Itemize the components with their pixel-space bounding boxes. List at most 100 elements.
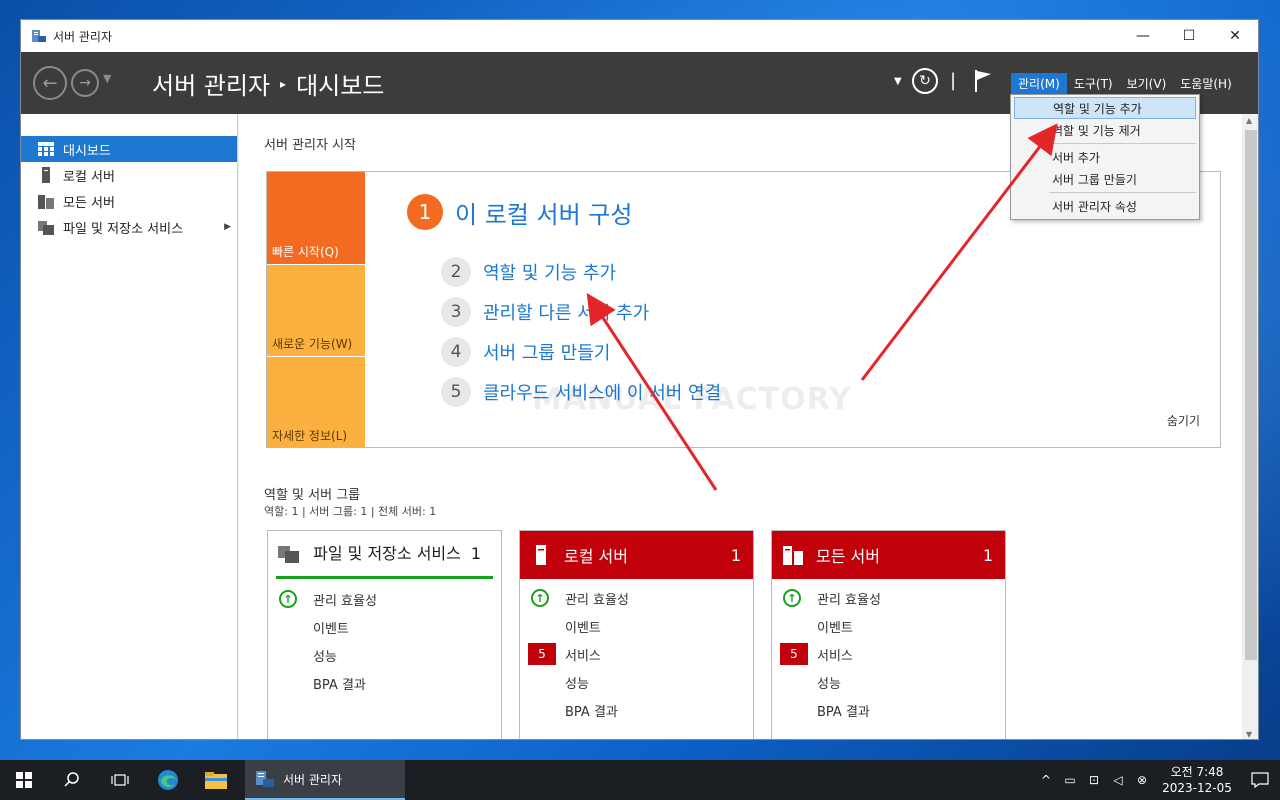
expand-arrow-icon[interactable]: ▶ bbox=[224, 222, 231, 232]
servers-icon bbox=[37, 193, 55, 209]
services-row[interactable]: 5 서비스 bbox=[520, 640, 753, 668]
tile-row-label: BPA 결과 bbox=[817, 704, 870, 720]
start-button[interactable] bbox=[0, 760, 48, 800]
events-row[interactable]: 이벤트 bbox=[520, 612, 753, 640]
sidebar-item-local-server[interactable]: 로컬 서버 bbox=[21, 162, 237, 188]
add-servers-item[interactable]: 서버 추가 bbox=[1014, 146, 1196, 168]
scroll-down-icon[interactable]: ▼ bbox=[1246, 730, 1252, 739]
battery-icon[interactable]: ▭ bbox=[1058, 773, 1082, 787]
tile-count: 1 bbox=[730, 545, 741, 565]
tab-whats-new[interactable]: 새로운 기능(W) bbox=[267, 265, 365, 356]
clock[interactable]: 오전 7:48 2023-12-05 bbox=[1154, 764, 1240, 796]
performance-row[interactable]: 성능 bbox=[772, 668, 1005, 696]
tile-header[interactable]: 파일 및 저장소 서비스 1 bbox=[276, 531, 493, 579]
add-roles-features-link[interactable]: 2 역할 및 기능 추가 bbox=[441, 257, 616, 287]
performance-row[interactable]: 성능 bbox=[520, 668, 753, 696]
search-icon bbox=[64, 772, 79, 787]
show-hidden-icons[interactable]: ^ bbox=[1034, 773, 1058, 787]
tile-row-label: 성능 bbox=[565, 676, 589, 692]
scroll-thumb[interactable] bbox=[1245, 130, 1257, 660]
tile-row-label: 관리 효율성 bbox=[313, 593, 377, 609]
bpa-results-row[interactable]: BPA 결과 bbox=[268, 669, 501, 697]
sidebar-item-all-servers[interactable]: 모든 서버 bbox=[21, 188, 237, 214]
hide-link[interactable]: 숨기기 bbox=[1167, 412, 1200, 429]
history-dropdown[interactable]: ▼ bbox=[103, 72, 111, 85]
arrow-left-icon: ← bbox=[42, 72, 58, 94]
services-row[interactable]: 5 서비스 bbox=[772, 640, 1005, 668]
system-tray: ^ ▭ ⊡ ◁ ⊗ 오전 7:48 2023-12-05 bbox=[1034, 760, 1280, 800]
tile-count: 1 bbox=[470, 544, 481, 563]
create-server-group-link[interactable]: 4 서버 그룹 만들기 bbox=[441, 337, 610, 367]
tab-quick-start[interactable]: 빠른 시작(Q) bbox=[267, 172, 365, 264]
menu-separator bbox=[1049, 192, 1196, 193]
bpa-results-row[interactable]: BPA 결과 bbox=[772, 696, 1005, 724]
refresh-icon: ↻ bbox=[919, 73, 931, 89]
step-label: 이 로컬 서버 구성 bbox=[455, 200, 633, 229]
tile-row-label: 이벤트 bbox=[565, 620, 601, 636]
minimize-button[interactable]: — bbox=[1120, 20, 1166, 52]
storage-icon bbox=[37, 219, 55, 235]
menu-view[interactable]: 보기(V) bbox=[1120, 73, 1174, 94]
performance-row[interactable]: 성능 bbox=[268, 641, 501, 669]
network-icon[interactable]: ⊡ bbox=[1082, 773, 1106, 787]
back-button[interactable]: ← bbox=[33, 66, 67, 100]
scroll-up-icon[interactable]: ▲ bbox=[1246, 116, 1252, 125]
refresh-button[interactable]: ↻ bbox=[912, 68, 938, 94]
events-row[interactable]: 이벤트 bbox=[268, 613, 501, 641]
sidebar-item-file-storage[interactable]: 파일 및 저장소 서비스 ▶ bbox=[21, 214, 237, 240]
menu-separator bbox=[1049, 143, 1196, 144]
edge-button[interactable] bbox=[144, 760, 192, 800]
tile-storage-icon bbox=[278, 543, 300, 565]
sidebar-item-label: 파일 및 저장소 서비스 bbox=[63, 221, 184, 237]
add-roles-features-item[interactable]: 역할 및 기능 추가 bbox=[1014, 97, 1196, 119]
tile-header[interactable]: 모든 서버 1 bbox=[772, 531, 1005, 579]
edge-browser-icon bbox=[158, 770, 178, 790]
tile-title: 파일 및 저장소 서비스 bbox=[313, 543, 461, 563]
notifications-flag-icon[interactable] bbox=[973, 69, 993, 93]
breadcrumb-root: 서버 관리자 bbox=[152, 72, 271, 100]
server-icon bbox=[37, 167, 55, 183]
tile-row-label: 이벤트 bbox=[817, 620, 853, 636]
notification-center-button[interactable] bbox=[1240, 772, 1280, 788]
manageability-row[interactable]: ↑ 관리 효율성 bbox=[268, 585, 501, 613]
menu-tools[interactable]: 도구(T) bbox=[1067, 73, 1120, 94]
tile-header[interactable]: 로컬 서버 1 bbox=[520, 531, 753, 579]
step-number: 4 bbox=[441, 337, 471, 367]
volume-muted-icon[interactable]: ◁ bbox=[1106, 773, 1130, 787]
add-other-servers-link[interactable]: 3 관리할 다른 서버 추가 bbox=[441, 297, 649, 327]
task-view-icon bbox=[111, 774, 129, 786]
sidebar-item-dashboard[interactable]: 대시보드 bbox=[21, 136, 237, 162]
tile-local-server[interactable]: 로컬 서버 1 ↑ 관리 효율성이벤트 5 서비스성능 BPA 결과 bbox=[519, 530, 754, 739]
forward-button[interactable]: → bbox=[71, 69, 99, 97]
task-view-button[interactable] bbox=[96, 760, 144, 800]
tile-row-label: 서비스 bbox=[565, 648, 601, 664]
vertical-scrollbar[interactable]: ▲ ▼ bbox=[1242, 114, 1258, 739]
manageability-row[interactable]: ↑ 관리 효율성 bbox=[520, 584, 753, 612]
file-explorer-button[interactable] bbox=[192, 760, 240, 800]
search-button[interactable] bbox=[48, 760, 96, 800]
roles-section-title: 역할 및 서버 그룹 bbox=[264, 488, 361, 503]
configure-local-server-step[interactable]: 1 이 로컬 서버 구성 bbox=[407, 194, 632, 230]
tile-file-storage-services[interactable]: 파일 및 저장소 서비스 1 ↑ 관리 효율성이벤트성능 BPA 결과 bbox=[267, 530, 502, 739]
tile-all-servers[interactable]: 모든 서버 1 ↑ 관리 효율성이벤트 5 서비스 성능 BPA 결과 bbox=[771, 530, 1006, 739]
maximize-button[interactable]: ☐ bbox=[1166, 20, 1212, 52]
tab-learn-more[interactable]: 자세한 정보(L) bbox=[267, 357, 365, 448]
tile-row-label: 이벤트 bbox=[313, 621, 349, 637]
status-ok-icon: ↑ bbox=[783, 589, 801, 607]
create-server-group-item[interactable]: 서버 그룹 만들기 bbox=[1014, 168, 1196, 190]
breadcrumb: 서버 관리자 ▸ 대시보드 bbox=[152, 66, 384, 101]
events-row[interactable]: 이벤트 bbox=[772, 612, 1005, 640]
taskbar-server-manager[interactable]: 서버 관리자 bbox=[245, 760, 405, 800]
bpa-results-row[interactable]: BPA 결과 bbox=[520, 696, 753, 724]
window-title: 서버 관리자 bbox=[53, 29, 113, 44]
tile-row-label: 서비스 bbox=[817, 648, 853, 664]
remove-roles-features-item[interactable]: 역할 및 기능 제거 bbox=[1014, 119, 1196, 141]
close-button[interactable]: ✕ bbox=[1212, 20, 1258, 52]
menu-manage[interactable]: 관리(M) bbox=[1011, 73, 1067, 94]
header-dropdown[interactable]: ▼ bbox=[894, 76, 902, 87]
server-manager-properties-item[interactable]: 서버 관리자 속성 bbox=[1014, 195, 1196, 217]
arrow-right-icon: → bbox=[79, 75, 91, 91]
status-error-icon[interactable]: ⊗ bbox=[1130, 773, 1154, 787]
manageability-row[interactable]: ↑ 관리 효율성 bbox=[772, 584, 1005, 612]
menu-help[interactable]: 도움말(H) bbox=[1173, 73, 1239, 94]
